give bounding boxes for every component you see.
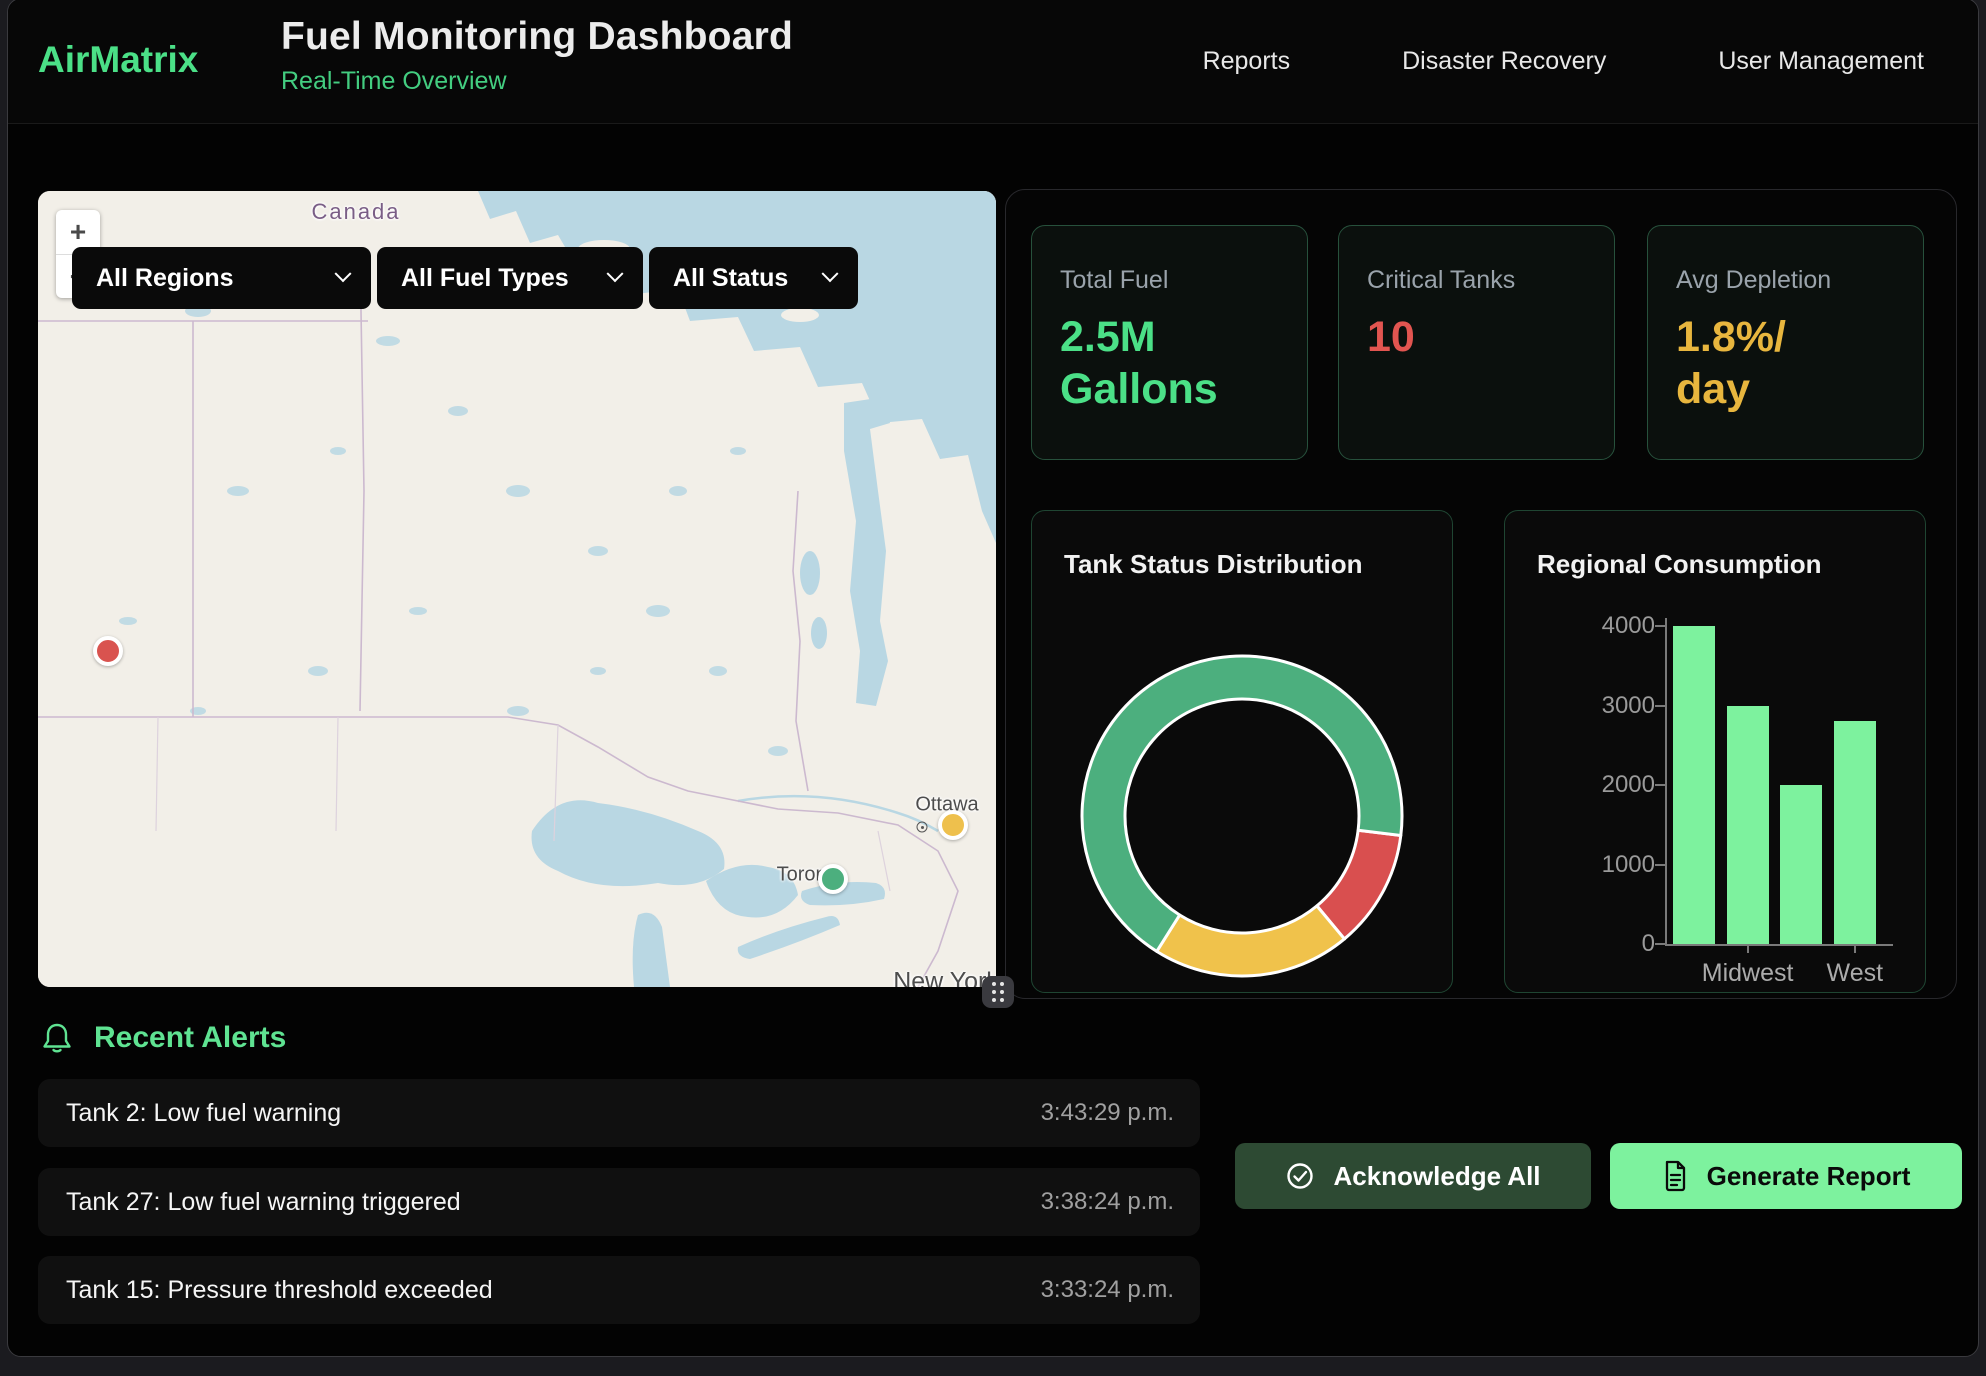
chart-title: Tank Status Distribution [1064, 549, 1363, 580]
alert-row[interactable]: Tank 15: Pressure threshold exceeded 3:3… [38, 1256, 1200, 1324]
tank-marker-normal[interactable] [818, 864, 848, 894]
acknowledge-all-label: Acknowledge All [1333, 1161, 1540, 1192]
nav-disaster-recovery[interactable]: Disaster Recovery [1402, 47, 1606, 76]
tank-marker-warning[interactable] [938, 810, 968, 840]
check-circle-icon [1285, 1161, 1315, 1191]
tank-marker-critical[interactable] [93, 636, 123, 666]
map-label-canada: Canada [311, 199, 400, 225]
nav-user-management[interactable]: User Management [1718, 47, 1924, 76]
alert-text: Tank 27: Low fuel warning triggered [66, 1188, 461, 1217]
ottawa-town-dot [917, 822, 928, 833]
brand-logo: AirMatrix [38, 39, 198, 81]
stat-label: Critical Tanks [1367, 266, 1586, 295]
alerts-header: Recent Alerts [40, 1021, 286, 1055]
tank-status-donut-chart [1075, 649, 1409, 983]
bell-icon [40, 1021, 74, 1055]
status-filter-value: All Status [673, 264, 788, 293]
document-icon [1662, 1160, 1689, 1192]
alert-row[interactable]: Tank 2: Low fuel warning 3:43:29 p.m. [38, 1079, 1200, 1147]
tank-status-chart-card: Tank Status Distribution [1031, 510, 1453, 993]
stat-label: Avg Depletion [1676, 266, 1895, 295]
fuel-type-filter-select[interactable]: All Fuel Types [377, 247, 643, 309]
alert-row[interactable]: Tank 27: Low fuel warning triggered 3:38… [38, 1168, 1200, 1236]
map-label-newyork: New York [893, 968, 996, 988]
stat-value: 10 [1367, 311, 1586, 363]
dashboard-root: AirMatrix Fuel Monitoring Dashboard Real… [7, 0, 1979, 1357]
region-filter-value: All Regions [96, 264, 234, 293]
chevron-down-icon [335, 265, 352, 282]
page-title: Fuel Monitoring Dashboard [281, 15, 793, 59]
page-subtitle: Real-Time Overview [281, 67, 793, 96]
alert-text: Tank 2: Low fuel warning [66, 1099, 341, 1128]
stat-label: Total Fuel [1060, 266, 1279, 295]
metrics-panel: Total Fuel 2.5MGallons Critical Tanks 10… [1005, 189, 1957, 999]
alert-time: 3:38:24 p.m. [1041, 1188, 1174, 1216]
alerts-title: Recent Alerts [94, 1021, 286, 1055]
region-filter-select[interactable]: All Regions [72, 247, 371, 309]
alert-text: Tank 15: Pressure threshold exceeded [66, 1276, 493, 1305]
stat-card-critical-tanks: Critical Tanks 10 [1338, 225, 1615, 460]
stat-card-avg-depletion: Avg Depletion 1.8%/day [1647, 225, 1924, 460]
stat-card-total-fuel: Total Fuel 2.5MGallons [1031, 225, 1308, 460]
alert-time: 3:43:29 p.m. [1041, 1099, 1174, 1127]
nav-reports[interactable]: Reports [1203, 47, 1291, 76]
acknowledge-all-button[interactable]: Acknowledge All [1235, 1143, 1591, 1209]
generate-report-button[interactable]: Generate Report [1610, 1143, 1962, 1209]
map-panel[interactable]: + − All Regions All Fuel Types All Statu… [38, 191, 996, 987]
map-filters: All Regions All Fuel Types All Status [72, 247, 858, 309]
chevron-down-icon [822, 265, 839, 282]
header: AirMatrix Fuel Monitoring Dashboard Real… [8, 0, 1978, 124]
stat-value: 1.8%/day [1676, 311, 1895, 416]
map-canvas [38, 191, 996, 987]
resize-handle[interactable] [982, 976, 1014, 1008]
fuel-type-filter-value: All Fuel Types [401, 264, 569, 293]
stat-value: 2.5MGallons [1060, 311, 1279, 416]
regional-consumption-bar-chart: 01000200030004000MidwestWest [1505, 511, 1925, 992]
alert-time: 3:33:24 p.m. [1041, 1276, 1174, 1304]
chevron-down-icon [607, 265, 624, 282]
generate-report-label: Generate Report [1707, 1161, 1911, 1192]
title-block: Fuel Monitoring Dashboard Real-Time Over… [281, 15, 793, 96]
status-filter-select[interactable]: All Status [649, 247, 858, 309]
main-nav: Reports Disaster Recovery User Managemen… [1203, 0, 1924, 124]
regional-consumption-chart-card: Regional Consumption 01000200030004000Mi… [1504, 510, 1926, 993]
